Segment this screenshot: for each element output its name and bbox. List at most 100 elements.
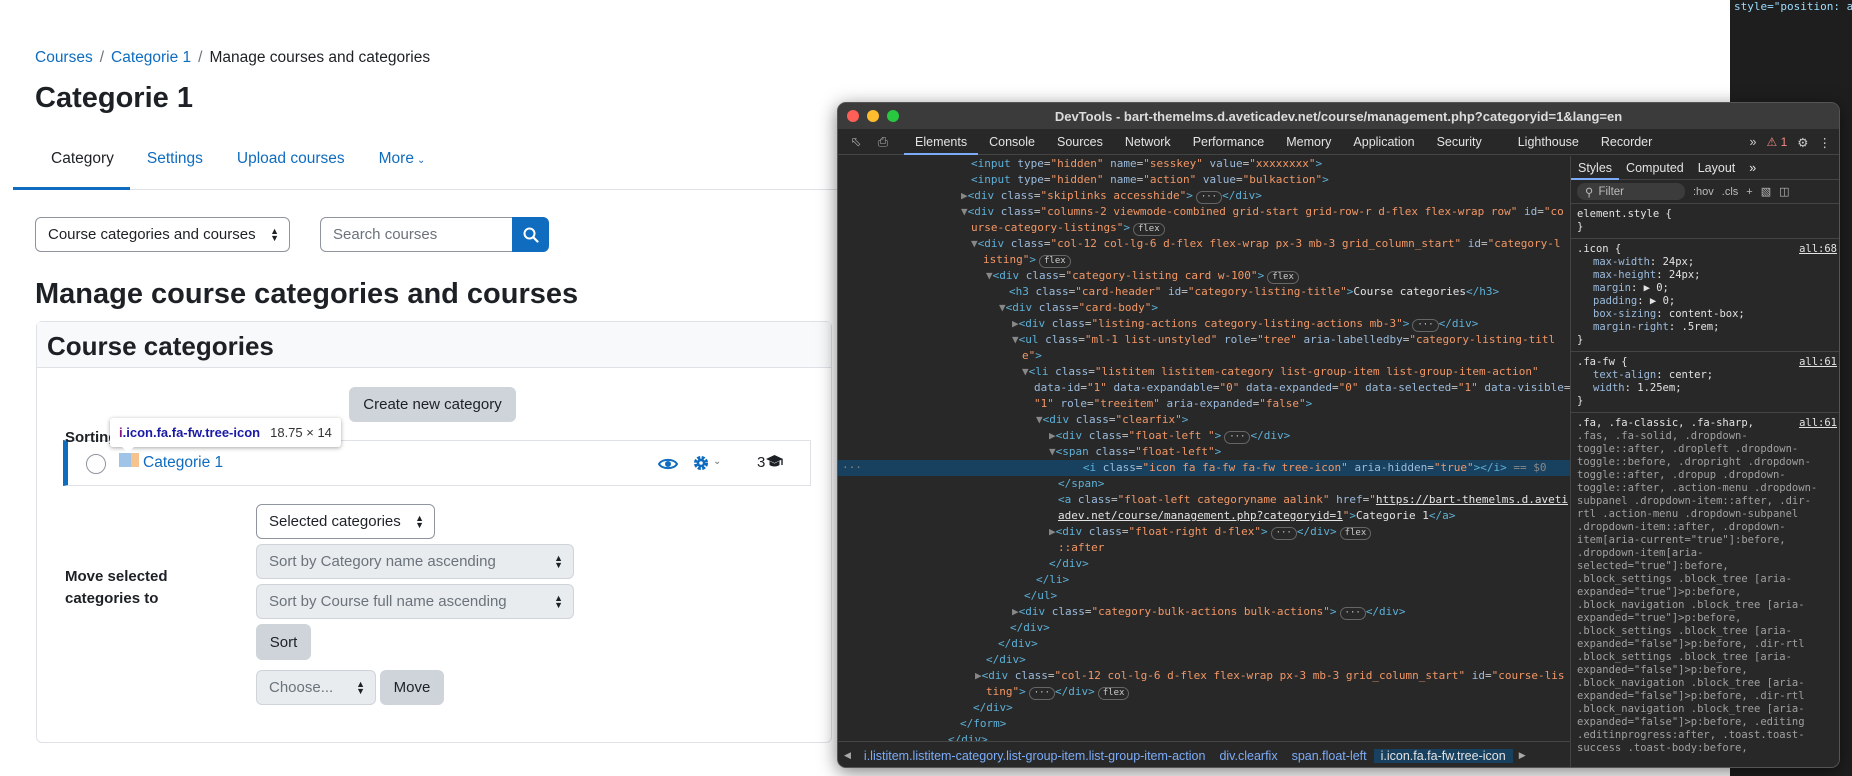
dom-node[interactable]: ▶<div class="listing-actions category-li… bbox=[838, 316, 1570, 332]
gear-icon[interactable] bbox=[692, 454, 710, 472]
dom-node[interactable]: </div> bbox=[838, 732, 1570, 741]
category-select-checkbox[interactable] bbox=[86, 454, 106, 474]
dom-crumb-active[interactable]: i.icon.fa.fa-fw.tree-icon bbox=[1373, 748, 1513, 763]
dom-node[interactable]: </ul> bbox=[838, 588, 1570, 604]
devtools-tab-application[interactable]: Application bbox=[1342, 129, 1425, 155]
devtools-tab-memory[interactable]: Memory bbox=[1275, 129, 1342, 155]
dom-node[interactable]: ▼<div class="card-body"> bbox=[838, 300, 1570, 316]
dom-node[interactable]: </div> bbox=[838, 556, 1570, 572]
dom-node[interactable]: ting"> ··· </div> flex bbox=[838, 684, 1570, 700]
dom-crumb[interactable]: span.float-left bbox=[1285, 749, 1374, 763]
rule-source-link[interactable]: all:61 bbox=[1799, 356, 1837, 369]
dom-node[interactable]: ▼<div class="col-12 col-lg-6 d-flex flex… bbox=[838, 236, 1570, 252]
kebab-menu-icon[interactable]: ⋮ bbox=[1819, 135, 1832, 150]
settings-gear-icon[interactable]: ⚙ bbox=[1797, 135, 1808, 150]
dom-node[interactable]: "1" role="treeitem" aria-expanded="false… bbox=[838, 396, 1570, 412]
dom-node[interactable]: </div> bbox=[838, 652, 1570, 668]
paint-icon[interactable]: ▧ bbox=[1761, 185, 1771, 198]
dom-node-selected[interactable]: ··· <i class="icon fa fa-fw fa-fw tree-ic… bbox=[838, 460, 1570, 476]
chevron-down-icon[interactable]: ⌄ bbox=[713, 456, 721, 467]
tab-upload-courses[interactable]: Upload courses bbox=[220, 142, 362, 190]
styles-filter-input[interactable]: ⚲ Filter bbox=[1577, 183, 1685, 200]
style-rule-element[interactable]: element.style { } bbox=[1571, 204, 1839, 239]
dom-node[interactable]: ▼<div class="clearfix"> bbox=[838, 412, 1570, 428]
devtools-tab-performance[interactable]: Performance bbox=[1182, 129, 1276, 155]
eye-icon[interactable] bbox=[658, 456, 678, 472]
dom-node[interactable]: ▶<div class="col-12 col-lg-6 d-flex flex… bbox=[838, 668, 1570, 684]
sort-button[interactable]: Sort bbox=[256, 624, 311, 660]
dom-node[interactable]: </li> bbox=[838, 572, 1570, 588]
class-toggle[interactable]: .cls bbox=[1722, 186, 1739, 198]
crumbs-right-arrow-icon[interactable]: ▶ bbox=[1513, 750, 1532, 761]
breadcrumb-category[interactable]: Categorie 1 bbox=[111, 49, 191, 67]
sort-scope-select[interactable]: Selected categories ▲ ▼ bbox=[256, 504, 435, 539]
css-property[interactable]: max-height: 24px; bbox=[1577, 269, 1835, 282]
dom-node[interactable]: ▼<div class="category-listing card w-100… bbox=[838, 268, 1570, 284]
move-target-select[interactable]: Choose... ▲ ▼ bbox=[256, 670, 376, 705]
dom-node[interactable]: e"> bbox=[838, 348, 1570, 364]
create-new-category-button[interactable]: Create new category bbox=[349, 387, 516, 422]
tab-more[interactable]: More ⌄ bbox=[362, 142, 443, 190]
tab-settings[interactable]: Settings bbox=[130, 142, 220, 190]
devtools-tab-lighthouse[interactable]: Lighthouse bbox=[1493, 129, 1590, 155]
devtools-tab-console[interactable]: Console bbox=[978, 129, 1046, 155]
view-mode-select[interactable]: Course categories and courses ▲ ▼ bbox=[35, 217, 290, 252]
dom-node[interactable]: ▼<div class="columns-2 viewmode-combined… bbox=[838, 204, 1570, 220]
rule-source-link[interactable]: all:68 bbox=[1799, 243, 1837, 256]
devtools-tab-sources[interactable]: Sources bbox=[1046, 129, 1114, 155]
css-property[interactable]: margin-right: .5rem; bbox=[1577, 321, 1835, 334]
new-rule-icon[interactable]: + bbox=[1746, 186, 1752, 198]
dom-node[interactable]: </div> bbox=[838, 620, 1570, 636]
dom-node[interactable]: ▶<div class="float-right d-flex"> ··· </di… bbox=[838, 524, 1570, 540]
dom-node[interactable]: ▼<ul class="ml-1 list-unstyled" role="tr… bbox=[838, 332, 1570, 348]
dom-node[interactable]: ▼<span class="float-left"> bbox=[838, 444, 1570, 460]
dom-node[interactable]: data-id="1" data-expandable="0" data-exp… bbox=[838, 380, 1570, 396]
dom-node[interactable]: ▶<div class="float-left "> ··· </div> bbox=[838, 428, 1570, 444]
breadcrumb-courses[interactable]: Courses bbox=[35, 49, 93, 67]
dom-node[interactable]: ::after bbox=[838, 540, 1570, 556]
device-toolbar-icon[interactable]: ⎙ bbox=[874, 133, 892, 151]
devtools-tab-elements[interactable]: Elements bbox=[904, 129, 979, 155]
dom-node[interactable]: ▶<div class="category-bulk-actions bulk-… bbox=[838, 604, 1570, 620]
dom-node[interactable]: <h3 class="card-header" id="category-lis… bbox=[838, 284, 1570, 300]
styles-tab-layout[interactable]: Layout bbox=[1691, 156, 1743, 180]
dom-node[interactable]: <input type="hidden" name="action" value… bbox=[838, 172, 1570, 188]
more-tabs-icon[interactable]: » bbox=[1750, 135, 1757, 149]
inspect-element-icon[interactable]: ⬁ bbox=[847, 133, 865, 151]
tab-category[interactable]: Category bbox=[13, 142, 130, 190]
search-button[interactable] bbox=[512, 217, 549, 252]
move-button[interactable]: Move bbox=[380, 670, 444, 705]
dom-node[interactable]: ▶<div class="skiplinks accesshide"> ··· </… bbox=[838, 188, 1570, 204]
dom-node[interactable]: </div> bbox=[838, 636, 1570, 652]
dom-node[interactable]: </form> bbox=[838, 716, 1570, 732]
more-panes-icon[interactable]: » bbox=[1742, 156, 1763, 180]
css-property[interactable]: padding: ▶ 0; bbox=[1577, 295, 1835, 308]
dom-crumb[interactable]: i.listitem.listitem-category.list-group-… bbox=[857, 749, 1213, 763]
dom-node[interactable]: </div> bbox=[838, 700, 1570, 716]
style-rule-fa[interactable]: all:61 .fa, .fa-classic, .fa-sharp, .fas,… bbox=[1571, 413, 1839, 759]
style-rule-icon[interactable]: all:68 .icon { max-width: 24px; max-heig… bbox=[1571, 239, 1839, 352]
styles-tab-styles[interactable]: Styles bbox=[1571, 156, 1620, 180]
search-input[interactable]: Search courses bbox=[320, 217, 513, 252]
css-property[interactable]: margin: ▶ 0; bbox=[1577, 282, 1835, 295]
devtools-tab-recorder[interactable]: Recorder bbox=[1590, 129, 1663, 155]
dom-node[interactable]: ▼<li class="listitem listitem-category l… bbox=[838, 364, 1570, 380]
styles-tab-computed[interactable]: Computed bbox=[1619, 156, 1691, 180]
dom-node[interactable]: <a class="float-left categoryname aalink… bbox=[838, 492, 1570, 508]
hover-state-toggle[interactable]: :hov bbox=[1693, 186, 1714, 198]
style-rule-fa-fw[interactable]: all:61 .fa-fw { text-align: center; widt… bbox=[1571, 352, 1839, 413]
sort-categories-select[interactable]: Sort by Category name ascending ▲ ▼ bbox=[256, 544, 574, 579]
css-property[interactable]: box-sizing: content-box; bbox=[1577, 308, 1835, 321]
warnings-badge[interactable]: ⚠ 1 bbox=[1766, 135, 1787, 149]
crumbs-left-arrow-icon[interactable]: ◀ bbox=[838, 750, 857, 761]
css-property[interactable]: width: 1.25em; bbox=[1577, 382, 1835, 395]
elements-tree[interactable]: <input type="hidden" name="sesskey" valu… bbox=[838, 156, 1570, 741]
dom-node[interactable]: <input type="hidden" name="sesskey" valu… bbox=[838, 156, 1570, 172]
devtools-tab-security[interactable]: Security bbox=[1426, 129, 1493, 155]
sidebar-toggle-icon[interactable]: ◫ bbox=[1779, 185, 1789, 198]
devtools-tab-network[interactable]: Network bbox=[1114, 129, 1182, 155]
dom-crumb[interactable]: div.clearfix bbox=[1212, 749, 1284, 763]
sort-courses-select[interactable]: Sort by Course full name ascending ▲ ▼ bbox=[256, 584, 574, 619]
dom-node[interactable]: isting"> flex bbox=[838, 252, 1570, 268]
css-property[interactable]: text-align: center; bbox=[1577, 369, 1835, 382]
